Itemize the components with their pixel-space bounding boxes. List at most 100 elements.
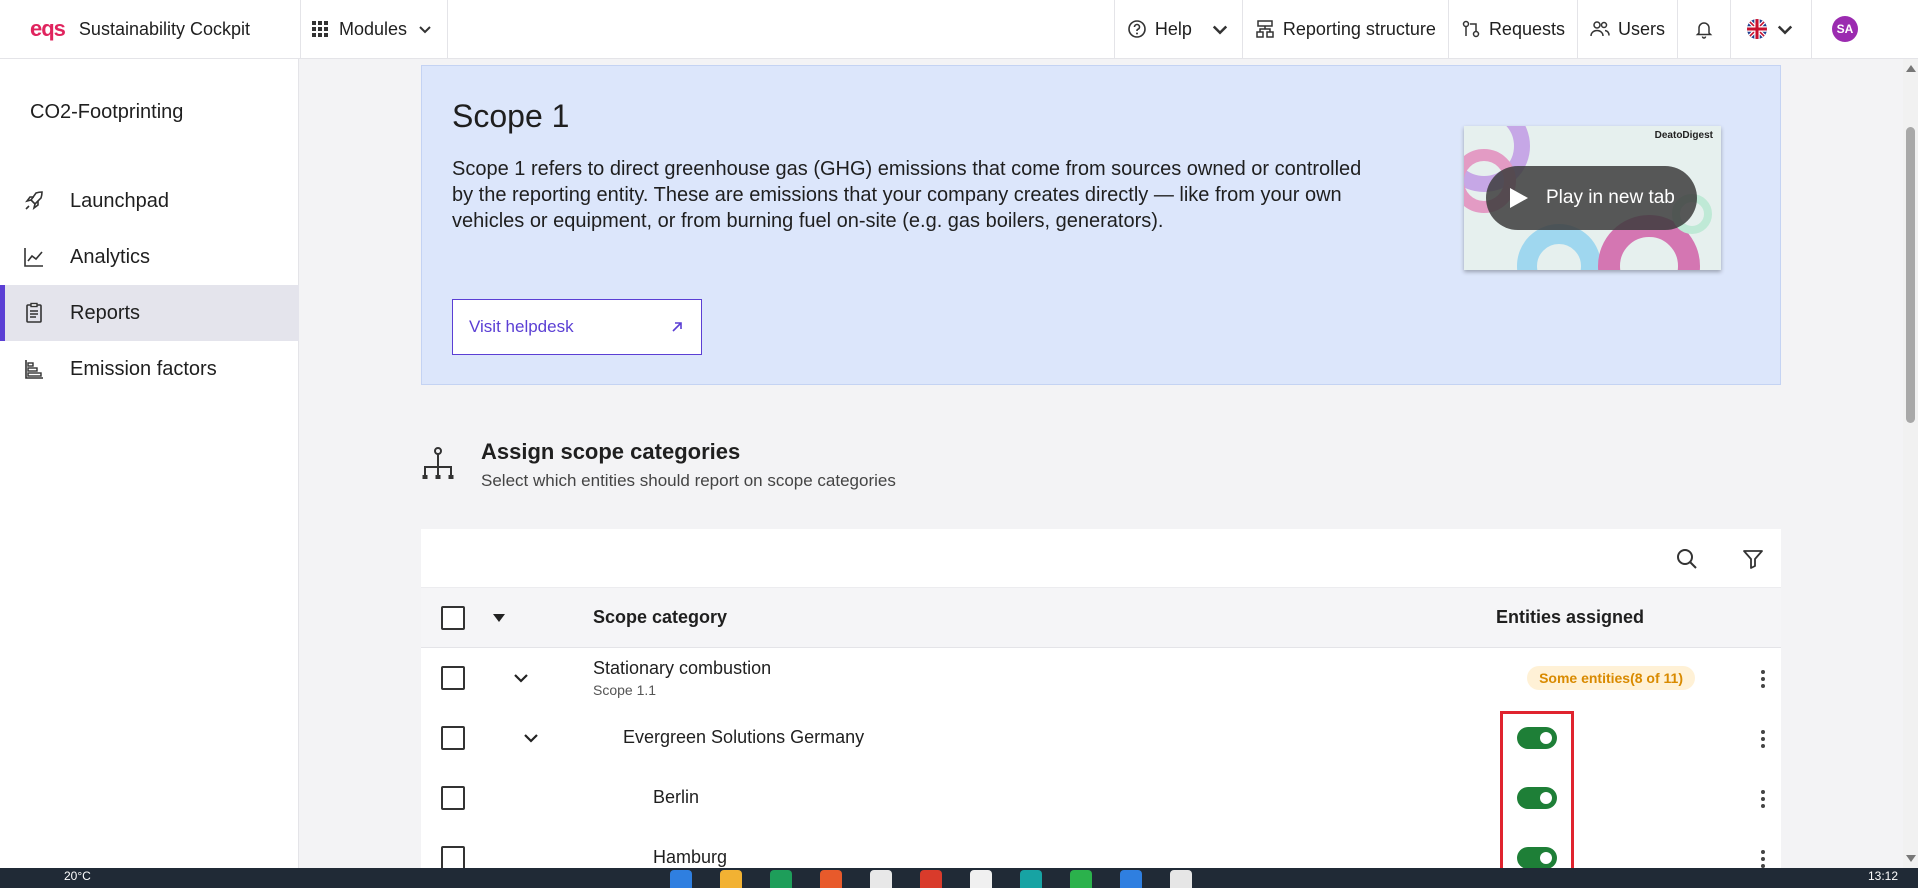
language-selector[interactable] — [1730, 0, 1811, 59]
chrome-icon[interactable] — [920, 870, 942, 888]
row-name: Hamburg — [653, 847, 728, 867]
scope-info-panel: Scope 1 Scope 1 refers to direct greenho… — [421, 65, 1781, 385]
main-content: Scope 1 Scope 1 refers to direct greenho… — [299, 59, 1903, 868]
os-taskbar: 20°C 13:12 — [0, 868, 1918, 888]
taskbar-apps — [670, 870, 1192, 888]
row-subtitle: Scope 1.1 — [593, 682, 657, 698]
page-title: Scope 1 — [452, 98, 570, 134]
users-link[interactable]: Users — [1576, 0, 1677, 59]
help-menu[interactable]: Help — [1113, 0, 1242, 59]
column-header-scope-category[interactable]: Scope category — [593, 607, 727, 628]
file-explorer-icon[interactable] — [720, 870, 742, 888]
app-icon[interactable] — [770, 870, 792, 888]
help-label: Help — [1154, 18, 1192, 39]
avatar: SA — [1832, 16, 1858, 42]
chevron-down-icon[interactable] — [511, 668, 531, 688]
vertical-scrollbar[interactable] — [1903, 59, 1918, 868]
weather-widget[interactable]: 20°C — [64, 869, 91, 883]
scope-description: Scope 1 refers to direct greenhouse gas … — [452, 158, 1362, 232]
play-in-new-tab-button[interactable]: Play in new tab — [1486, 166, 1697, 230]
bell-icon — [1695, 22, 1713, 39]
more-options-icon[interactable] — [1761, 730, 1767, 751]
hierarchy-icon — [1256, 20, 1274, 38]
entity-toggle[interactable] — [1517, 847, 1557, 868]
more-options-icon[interactable] — [1761, 670, 1767, 691]
filter-button[interactable] — [1739, 545, 1767, 573]
requests-icon — [1462, 20, 1480, 38]
line-chart-icon — [20, 246, 48, 268]
whatsapp-icon[interactable] — [1070, 870, 1092, 888]
question-circle-icon — [1128, 20, 1146, 38]
table-header: Scope category Entities assigned — [421, 588, 1781, 648]
bar-chart-icon — [20, 358, 48, 380]
modules-menu[interactable]: Modules — [300, 0, 449, 59]
video-brand: DeatoDigest — [1654, 130, 1713, 141]
play-label: Play in new tab — [1546, 187, 1675, 208]
calendar-icon[interactable] — [1170, 870, 1192, 888]
notifications-button[interactable] — [1677, 0, 1730, 59]
filter-icon — [1743, 550, 1763, 569]
windows-start-icon[interactable] — [670, 870, 692, 888]
column-header-entities-assigned[interactable]: Entities assigned — [1496, 607, 1644, 628]
row-name: Berlin — [653, 787, 700, 807]
video-thumbnail[interactable]: DeatoDigest Play in new tab — [1464, 126, 1721, 270]
scope-category-table: Scope category Entities assigned Station… — [421, 529, 1781, 868]
more-options-icon[interactable] — [1761, 850, 1767, 868]
search-icon — [1677, 549, 1697, 569]
row-name: Evergreen Solutions Germany — [623, 727, 865, 747]
table-toolbar — [421, 529, 1781, 588]
modules-label: Modules — [339, 18, 408, 39]
clock: 13:12 — [1867, 869, 1898, 883]
row-name: Stationary combustion — [593, 658, 772, 678]
rocket-icon — [20, 190, 48, 212]
brand-logo: eqs — [30, 16, 66, 41]
row-checkbox[interactable] — [441, 786, 465, 810]
grid-icon — [312, 21, 328, 37]
user-menu[interactable]: SA — [1811, 0, 1918, 59]
chevron-down-icon — [1777, 25, 1793, 35]
table-row: Evergreen Solutions Germany — [421, 708, 1781, 768]
sidebar-title: CO2-Footprinting — [30, 101, 184, 123]
search-button[interactable] — [1673, 545, 1701, 573]
hierarchy-icon — [422, 447, 454, 479]
helpdesk-label: Visit helpdesk — [469, 317, 574, 336]
row-checkbox[interactable] — [441, 666, 465, 690]
requests-link[interactable]: Requests — [1447, 0, 1577, 59]
app-icon[interactable] — [1020, 870, 1042, 888]
chevron-down-icon — [1212, 25, 1227, 35]
section-subtitle: Select which entities should report on s… — [481, 471, 896, 490]
entity-toggle[interactable] — [1517, 727, 1557, 749]
scroll-up-arrow-icon[interactable] — [1906, 65, 1916, 72]
app-icon[interactable] — [1120, 870, 1142, 888]
scrollbar-thumb[interactable] — [1906, 127, 1915, 423]
caret-down-icon[interactable] — [489, 608, 509, 628]
section-title: Assign scope categories — [481, 439, 741, 464]
brand[interactable]: eqs Sustainability Cockpit — [0, 0, 300, 59]
app-icon[interactable] — [820, 870, 842, 888]
entity-toggle[interactable] — [1517, 787, 1557, 809]
sidebar-item-label: Analytics — [70, 245, 151, 268]
sidebar: CO2-Footprinting Launchpad Analytics Rep… — [0, 59, 299, 868]
scroll-down-arrow-icon[interactable] — [1906, 855, 1916, 862]
row-checkbox[interactable] — [441, 726, 465, 750]
row-checkbox[interactable] — [441, 846, 465, 868]
app-icon[interactable] — [970, 870, 992, 888]
sidebar-item-reports[interactable]: Reports — [0, 285, 299, 341]
sidebar-item-launchpad[interactable]: Launchpad — [0, 173, 299, 229]
sidebar-item-emission-factors[interactable]: Emission factors — [0, 341, 299, 397]
visit-helpdesk-button[interactable]: Visit helpdesk — [452, 299, 702, 355]
status-badge: Some entities(8 of 11) — [1527, 666, 1695, 690]
more-options-icon[interactable] — [1761, 790, 1767, 811]
reporting-structure-link[interactable]: Reporting structure — [1241, 0, 1448, 59]
select-all-checkbox[interactable] — [441, 606, 465, 630]
app-icon[interactable] — [870, 870, 892, 888]
table-row: Hamburg — [421, 828, 1781, 868]
sidebar-item-label: Emission factors — [70, 357, 217, 380]
chevron-down-icon — [419, 26, 431, 34]
uk-flag-icon — [1747, 19, 1767, 39]
chevron-down-icon[interactable] — [521, 728, 541, 748]
brand-name: Sustainability Cockpit — [78, 18, 251, 39]
play-icon — [1510, 188, 1528, 208]
sidebar-item-label: Reports — [70, 301, 141, 324]
sidebar-item-analytics[interactable]: Analytics — [0, 229, 299, 285]
